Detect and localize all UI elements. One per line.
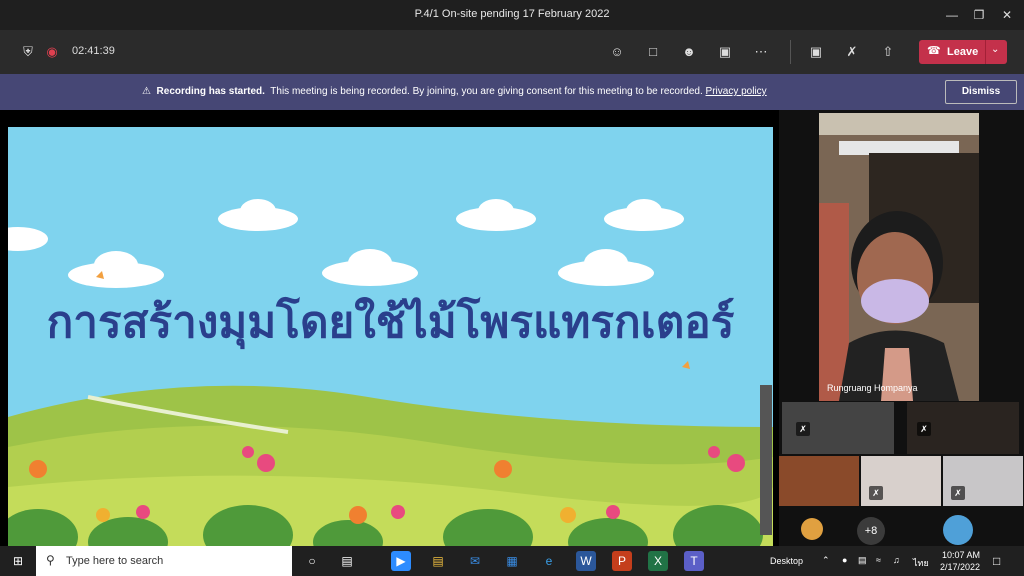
dismiss-button[interactable]: Dismiss <box>945 80 1017 104</box>
record-icon: ◉ <box>46 44 58 59</box>
microphone-icon[interactable]: ● <box>842 555 847 565</box>
clock-time[interactable]: 10:07 AM <box>942 550 980 560</box>
task-view-icon[interactable]: ▤ <box>337 551 357 571</box>
more-participants-button[interactable]: +8 <box>857 517 885 545</box>
recording-banner: ⚠ Recording has started. This meeting is… <box>0 74 1024 110</box>
mic-off-icon: ✗ <box>951 486 965 500</box>
mic-off-icon: ✗ <box>869 486 883 500</box>
share-icon[interactable]: ⇧ <box>877 42 899 62</box>
mic-off-icon: ✗ <box>796 422 810 436</box>
banner-message: ⚠ Recording has started. This meeting is… <box>142 86 767 97</box>
privacy-policy-link[interactable]: Privacy policy <box>706 86 767 97</box>
store-icon[interactable]: ▦ <box>502 551 522 571</box>
rooms-icon[interactable]: ▣ <box>714 42 736 62</box>
search-icon: ⚲ <box>46 553 55 567</box>
shared-screen: การสร้างมุมโดยใช้ไม้โพรแทรกเตอร์ <box>0 110 776 546</box>
more-icon[interactable]: ⋯ <box>750 42 772 62</box>
camera-off-icon[interactable]: ▣ <box>805 42 827 62</box>
windows-taskbar: ⊞ ⚲ Type here to search ○ ▤ ▶ ▤ ✉ ▦ e W … <box>0 546 1024 576</box>
mic-off-icon: ✗ <box>917 422 931 436</box>
avatar[interactable] <box>943 515 973 545</box>
tray-up-icon[interactable]: ⌃ <box>822 555 830 566</box>
notification-icon[interactable]: □ <box>993 554 1000 568</box>
participant-tile[interactable]: ✗ <box>943 456 1023 506</box>
speaker-name: Rungruang Hompanya <box>827 383 918 393</box>
windows-start-icon[interactable]: ⊞ <box>8 551 28 571</box>
powerpoint-icon[interactable]: P <box>612 551 632 571</box>
language-indicator[interactable]: ไทย <box>913 556 929 570</box>
presentation-slide: การสร้างมุมโดยใช้ไม้โพรแทรกเตอร์ <box>8 127 773 546</box>
participant-tile[interactable] <box>779 456 859 506</box>
title-bar: P.4/1 On-site pending 17 February 2022 —… <box>0 0 1024 30</box>
participant-tile[interactable]: ✗ <box>782 402 894 454</box>
speaker-video-frame <box>819 113 979 401</box>
internet-explorer-icon[interactable]: e <box>539 551 559 571</box>
volume-icon[interactable]: ♫ <box>893 555 900 565</box>
avatar[interactable] <box>801 518 823 540</box>
leave-divider <box>985 40 986 64</box>
battery-icon[interactable]: ▤ <box>858 555 867 566</box>
teams-icon[interactable]: T <box>684 551 704 571</box>
minimize-icon[interactable]: — <box>937 5 967 25</box>
banner-text: This meeting is being recorded. By joini… <box>270 86 703 97</box>
banner-bold: Recording has started. <box>156 86 265 97</box>
wifi-icon[interactable]: ≈ <box>876 555 881 565</box>
taskbar-search[interactable]: ⚲ Type here to search <box>36 546 292 576</box>
excel-icon[interactable]: X <box>648 551 668 571</box>
chevron-down-icon[interactable]: ⌄ <box>991 44 999 55</box>
window-title: P.4/1 On-site pending 17 February 2022 <box>414 8 610 20</box>
participant-tile[interactable]: ✗ <box>861 456 941 506</box>
shield-icon[interactable]: ⛨ <box>17 42 39 62</box>
close-icon[interactable]: ✕ <box>992 5 1022 25</box>
clock-date[interactable]: 2/17/2022 <box>940 562 980 572</box>
leave-label: Leave <box>947 46 979 58</box>
slide-title: การสร้างมุมโดยใช้ไม้โพรแทรกเตอร์ <box>46 297 735 348</box>
mail-icon[interactable]: ✉ <box>465 551 485 571</box>
reactions-icon[interactable]: ☻ <box>678 42 700 62</box>
participants-panel: Rungruang Hompanya ✗ ✗ ✗ ✗ +8 <box>779 110 1024 546</box>
participant-tile[interactable]: ✗ <box>907 402 1019 454</box>
maximize-icon[interactable]: ❐ <box>964 5 994 25</box>
cortana-icon[interactable]: ○ <box>302 551 322 571</box>
desktop-toolbar-label[interactable]: Desktop <box>770 556 803 566</box>
toolbar-divider <box>790 40 791 64</box>
people-icon[interactable]: ☺ <box>606 42 628 62</box>
file-explorer-icon[interactable]: ▤ <box>428 551 448 571</box>
phone-hangup-icon: ☎ <box>927 45 941 57</box>
meeting-toolbar: ⛨ ◉ 02:41:39 ☺ □ ☻ ▣ ⋯ ▣ ✗ ⇧ ☎ Leave ⌄ <box>0 30 1024 74</box>
scrollbar[interactable] <box>760 385 772 535</box>
participant-overflow-row: +8 <box>779 510 1024 546</box>
zoom-icon[interactable]: ▶ <box>391 551 411 571</box>
warning-icon: ⚠ <box>142 86 151 97</box>
leave-button[interactable]: ☎ Leave ⌄ <box>919 40 1007 64</box>
speaker-video[interactable]: Rungruang Hompanya <box>819 113 979 401</box>
mic-off-icon[interactable]: ✗ <box>841 42 863 62</box>
word-icon[interactable]: W <box>576 551 596 571</box>
chat-icon[interactable]: □ <box>642 42 664 62</box>
meeting-timer: 02:41:39 <box>72 45 115 57</box>
search-placeholder: Type here to search <box>66 555 164 567</box>
